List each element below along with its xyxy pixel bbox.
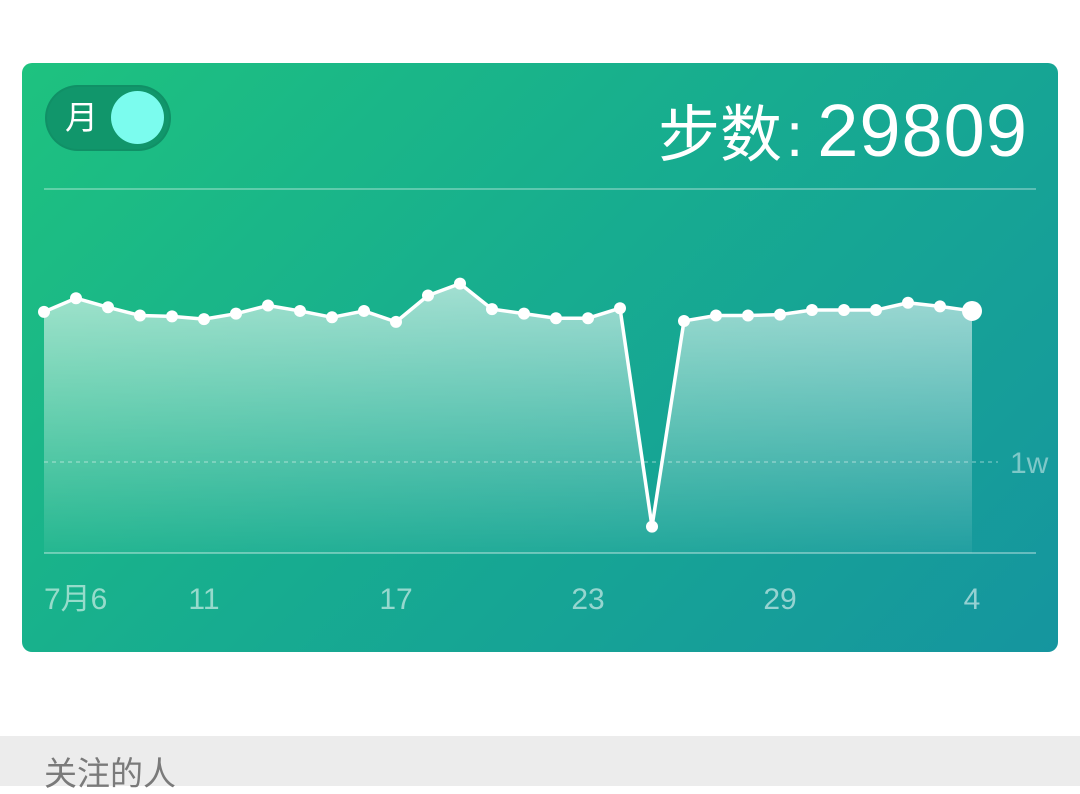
data-point[interactable] — [774, 308, 786, 321]
x-tick-label: 29 — [763, 583, 796, 616]
x-tick-label: 11 — [188, 583, 219, 616]
data-point[interactable] — [550, 312, 562, 325]
data-point[interactable] — [134, 309, 146, 322]
data-point[interactable] — [582, 312, 594, 325]
data-point[interactable] — [166, 310, 178, 323]
steps-chart-card: 月 步数: 29809 1w 7月6 11 17 23 29 4 — [22, 63, 1058, 652]
series-area — [44, 283, 972, 553]
data-point[interactable] — [614, 302, 626, 315]
data-point[interactable] — [294, 304, 306, 317]
data-point[interactable] — [742, 309, 754, 322]
data-point[interactable] — [678, 314, 690, 327]
data-point[interactable] — [710, 309, 722, 322]
x-tick-label: 7月6 — [44, 583, 107, 616]
data-point[interactable] — [518, 307, 530, 320]
data-point[interactable] — [962, 300, 982, 321]
data-point[interactable] — [102, 301, 114, 314]
data-point[interactable] — [454, 277, 466, 290]
steps-area-chart: 1w 7月6 11 17 23 29 4 — [38, 188, 1049, 616]
following-section-title: 关注的人 — [44, 754, 176, 793]
x-tick-label: 4 — [964, 583, 981, 616]
data-point[interactable] — [486, 303, 498, 316]
x-tick-label: 17 — [379, 583, 412, 616]
data-point[interactable] — [870, 304, 882, 317]
data-point[interactable] — [422, 289, 434, 302]
data-point[interactable] — [262, 299, 274, 312]
data-point[interactable] — [326, 311, 338, 324]
x-tick-label: 23 — [571, 583, 604, 616]
following-section-header: 关注的人 — [0, 736, 1080, 793]
data-point[interactable] — [902, 296, 914, 309]
data-point[interactable] — [38, 305, 50, 318]
data-point[interactable] — [230, 307, 242, 320]
data-point[interactable] — [646, 520, 658, 533]
data-point[interactable] — [390, 315, 402, 328]
data-point[interactable] — [838, 304, 850, 317]
data-point[interactable] — [198, 313, 210, 326]
data-point[interactable] — [934, 300, 946, 313]
reference-label: 1w — [1010, 447, 1049, 480]
data-point[interactable] — [70, 292, 82, 305]
data-point[interactable] — [358, 304, 370, 317]
data-point[interactable] — [806, 304, 818, 317]
